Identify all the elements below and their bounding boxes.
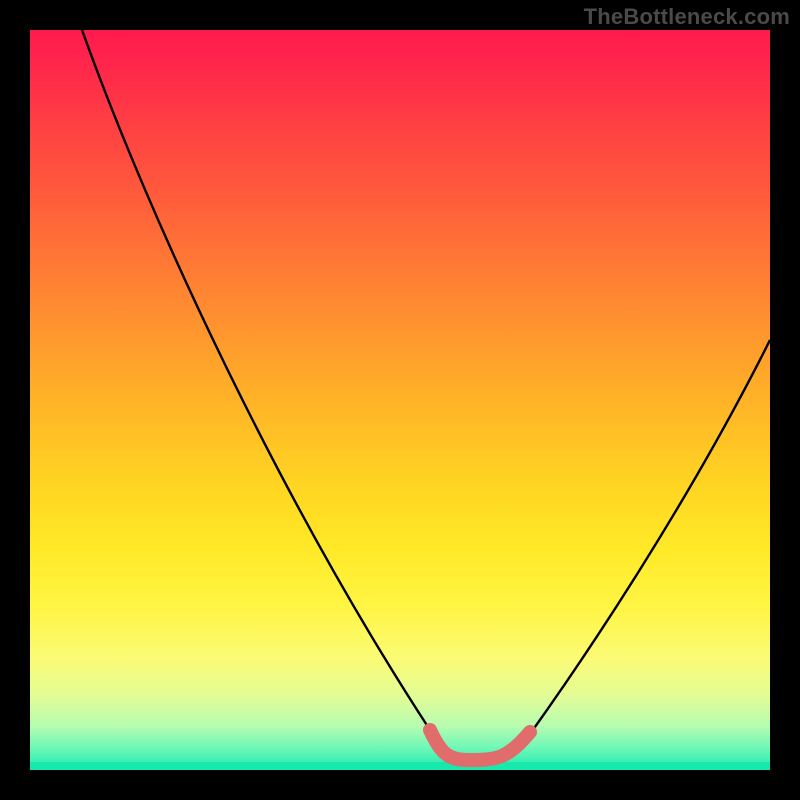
curve-layer <box>30 30 770 770</box>
optimal-zone-highlight <box>430 730 530 760</box>
watermark-label: TheBottleneck.com <box>584 4 790 30</box>
chart-frame: TheBottleneck.com <box>0 0 800 800</box>
bottleneck-curve <box>82 30 770 764</box>
plot-area <box>30 30 770 770</box>
